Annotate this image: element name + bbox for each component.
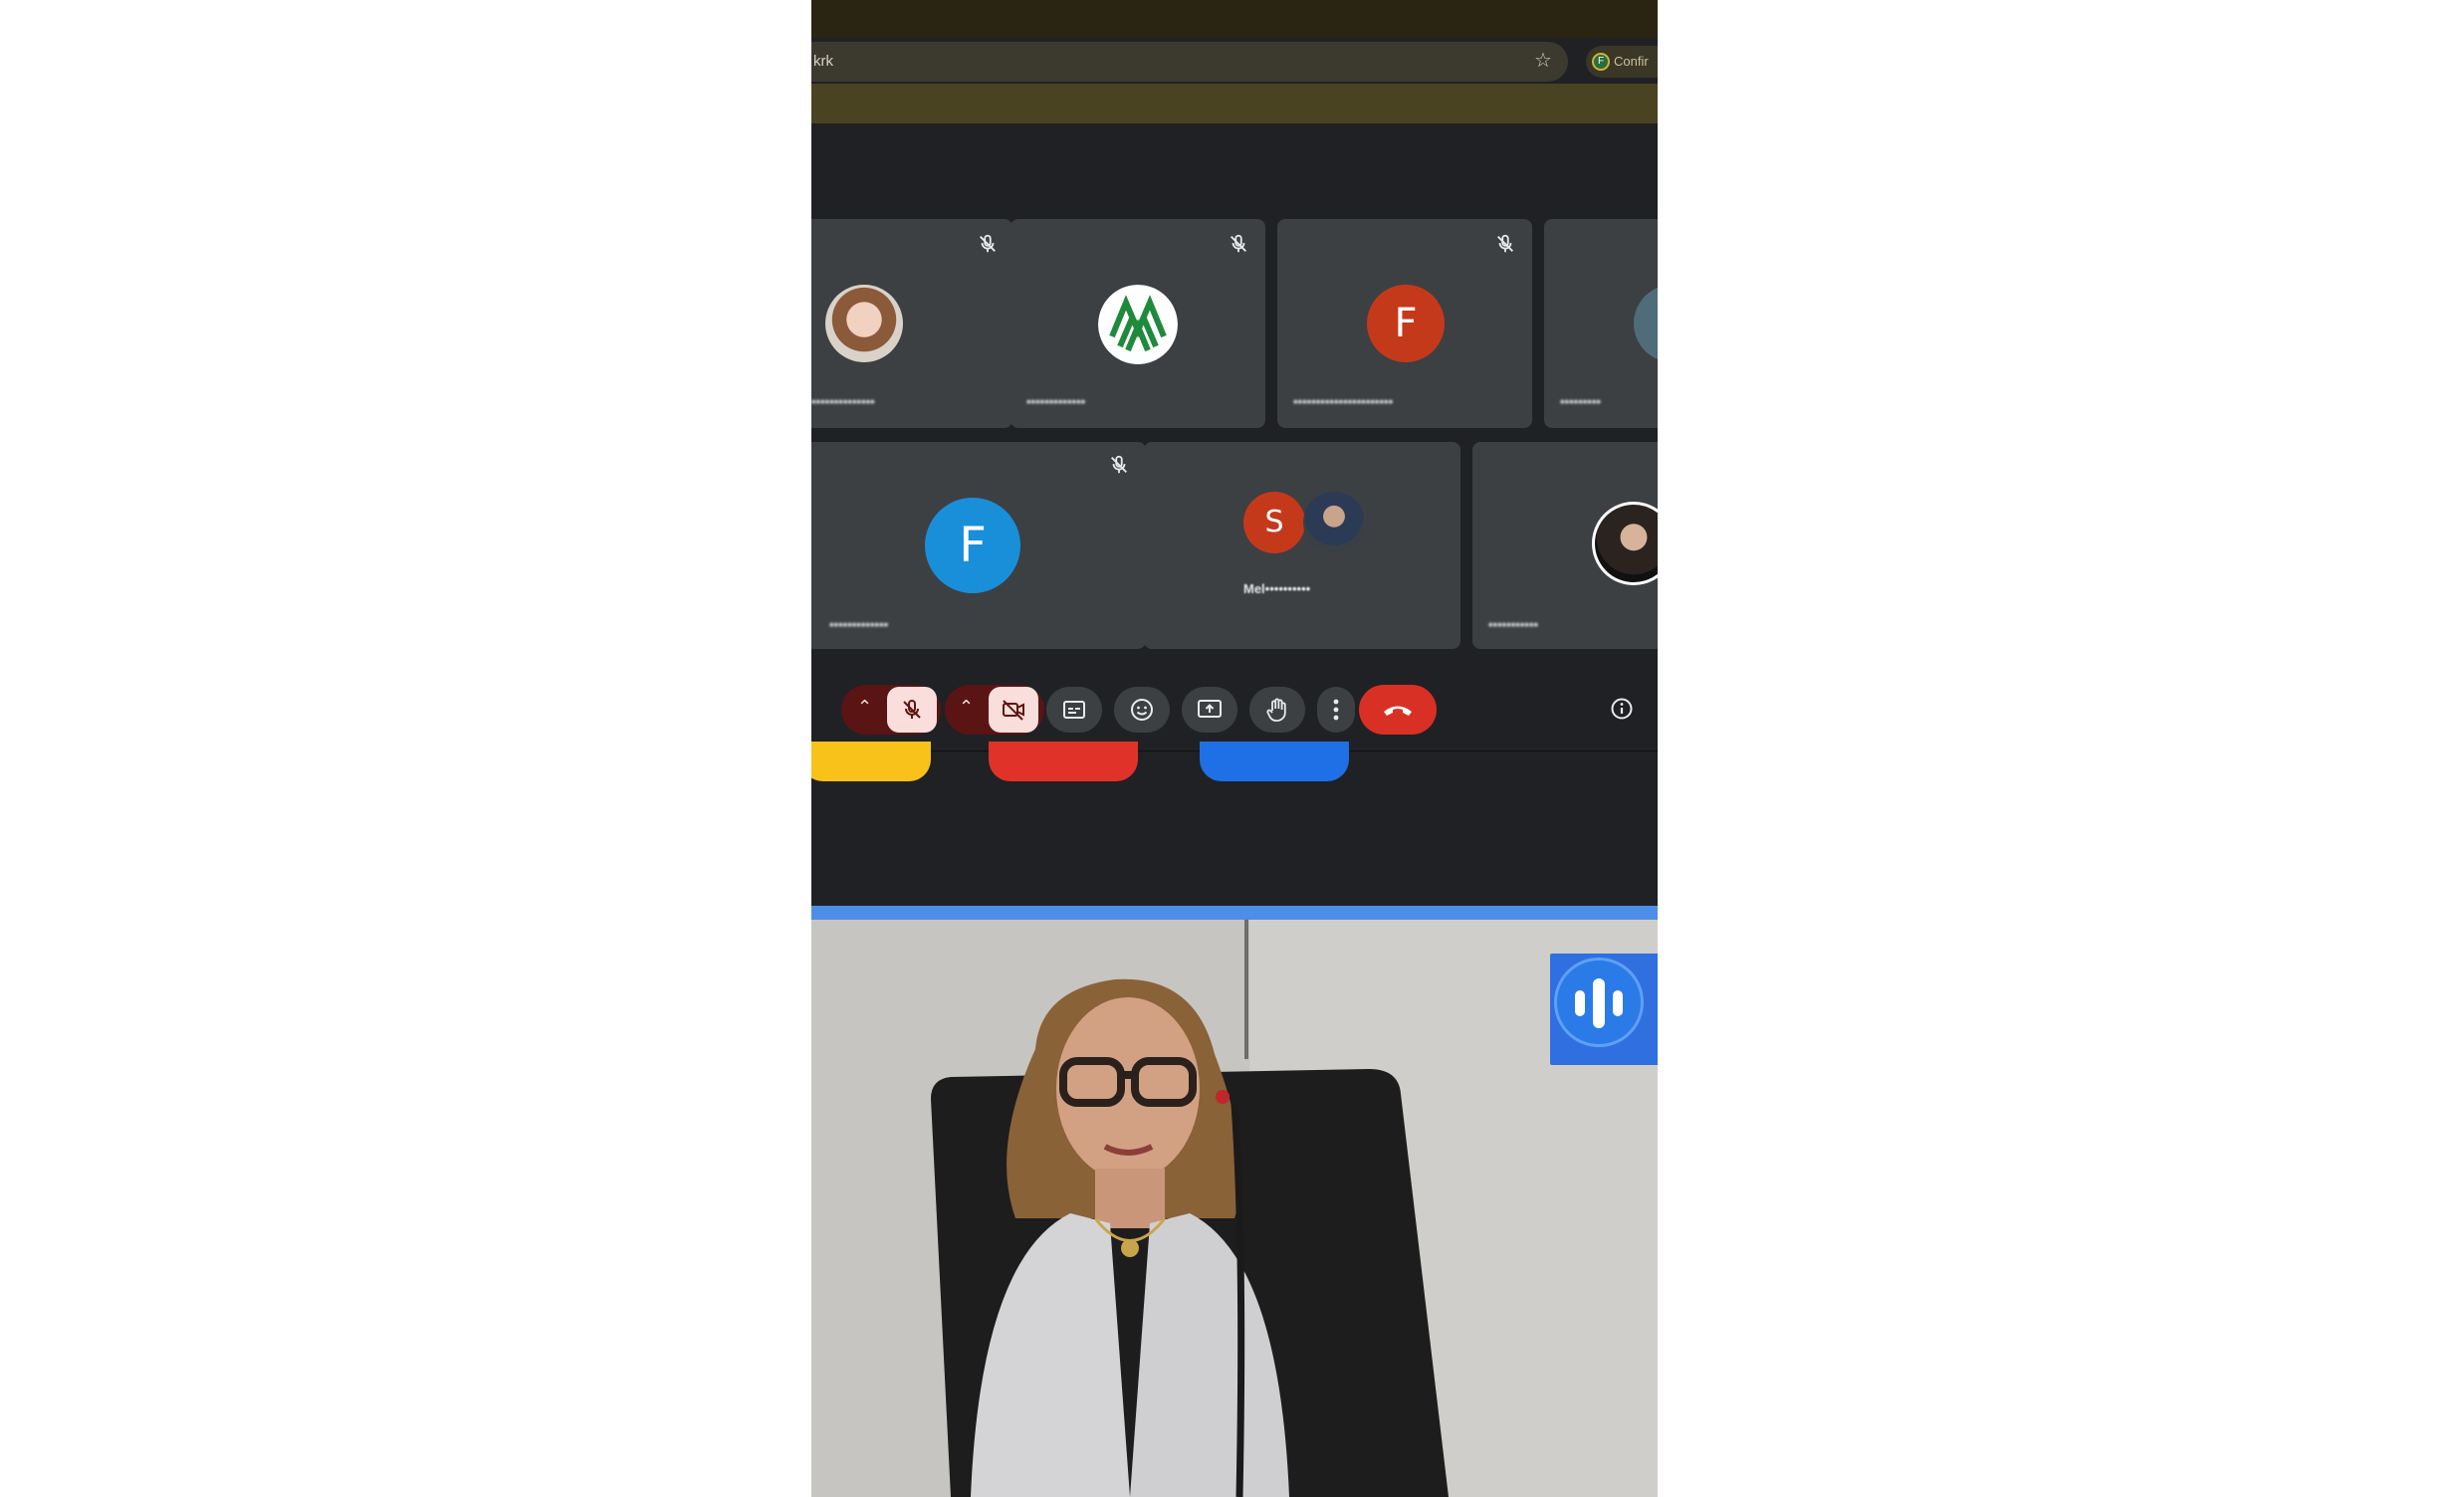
participant-tile[interactable]: S Mel•••••••••• [1144, 442, 1460, 649]
mic-toggle-button[interactable] [887, 687, 937, 733]
participant-avatar-letter: F [1367, 285, 1445, 362]
camera-toggle-button[interactable] [989, 687, 1038, 733]
emoji-icon [1131, 699, 1153, 721]
browser-title-bar [811, 0, 1658, 38]
participant-tile[interactable]: •••••••••••••• [811, 219, 1012, 428]
camera-control-group[interactable]: ⌃ [945, 685, 1044, 735]
present-button[interactable] [1182, 687, 1237, 733]
chevron-up-icon[interactable]: ⌃ [857, 697, 872, 718]
participant-tile[interactable]: F ••••••••••••• [811, 442, 1146, 649]
participant-name: ••••••••••• [1488, 617, 1539, 632]
organization-logo-icon [1098, 285, 1178, 364]
speaker-video [811, 920, 1658, 1497]
mic-off-icon [1497, 234, 1513, 253]
red-pill-button[interactable] [989, 742, 1138, 781]
mic-off-icon [903, 699, 921, 719]
reactions-button[interactable] [1114, 687, 1170, 733]
participant-name: •••••••••••••••••••••• [1293, 394, 1394, 409]
mic-off-icon [980, 234, 996, 253]
participant-name: Mel•••••••••• [1243, 581, 1311, 596]
participant-tile[interactable]: ••••••••• [1544, 219, 1658, 428]
participant-name: ••••••••••••• [1026, 394, 1086, 409]
raise-hand-icon [1266, 698, 1286, 722]
present-icon [1198, 700, 1222, 718]
mic-off-icon [1111, 455, 1127, 474]
more-icon [1333, 699, 1339, 721]
participant-avatar-photo [825, 285, 903, 362]
participant-avatar [1634, 285, 1658, 362]
screen-recording-frame: krk ☆ F Confir •••••••••••••• ••••••••••… [811, 0, 1658, 1497]
bookmark-star-icon[interactable]: ☆ [1534, 48, 1552, 73]
captions-button[interactable] [1046, 687, 1102, 733]
profile-icon: F [1592, 53, 1610, 71]
end-call-button[interactable] [1359, 685, 1437, 735]
blue-pill-button[interactable] [1200, 742, 1349, 781]
participant-avatar-letter: S [1243, 492, 1305, 553]
profile-chip[interactable]: F Confir [1586, 46, 1658, 78]
mic-off-icon [1231, 234, 1246, 253]
participant-avatar-letter: F [925, 498, 1020, 593]
yellow-pill-button[interactable] [811, 742, 931, 781]
captions-icon [1063, 701, 1085, 719]
meeting-info-button[interactable] [1604, 691, 1640, 727]
participant-avatar-photo [1592, 502, 1658, 585]
voice-overlay-badge [1550, 954, 1658, 1065]
participant-name: ••••••••••••• [829, 617, 889, 632]
chevron-up-icon[interactable]: ⌃ [959, 697, 974, 718]
profile-label: Confir [1614, 54, 1649, 69]
browser-info-bar [811, 84, 1658, 123]
address-bar[interactable]: krk ☆ [811, 42, 1568, 82]
video-header-bar [811, 906, 1658, 920]
mic-control-group[interactable]: ⌃ [841, 685, 941, 735]
raise-hand-button[interactable] [1249, 687, 1305, 733]
speaker-video-frame [811, 920, 1658, 1497]
more-options-button[interactable] [1317, 687, 1355, 733]
camera-off-icon [1003, 700, 1024, 721]
participant-tile[interactable]: F •••••••••••••••••••••• [1277, 219, 1532, 428]
participant-name: •••••••••••••• [811, 394, 875, 409]
participant-name: ••••••••• [1560, 394, 1601, 409]
voice-bars-icon [1554, 958, 1644, 1047]
end-call-icon [1384, 706, 1412, 716]
participant-avatar-photo [1303, 492, 1365, 553]
participant-tile[interactable]: ••••••••••• [1472, 442, 1658, 649]
participant-tile[interactable]: ••••••••••••• [1010, 219, 1265, 428]
url-text: krk [813, 53, 833, 70]
info-icon [1611, 698, 1633, 720]
